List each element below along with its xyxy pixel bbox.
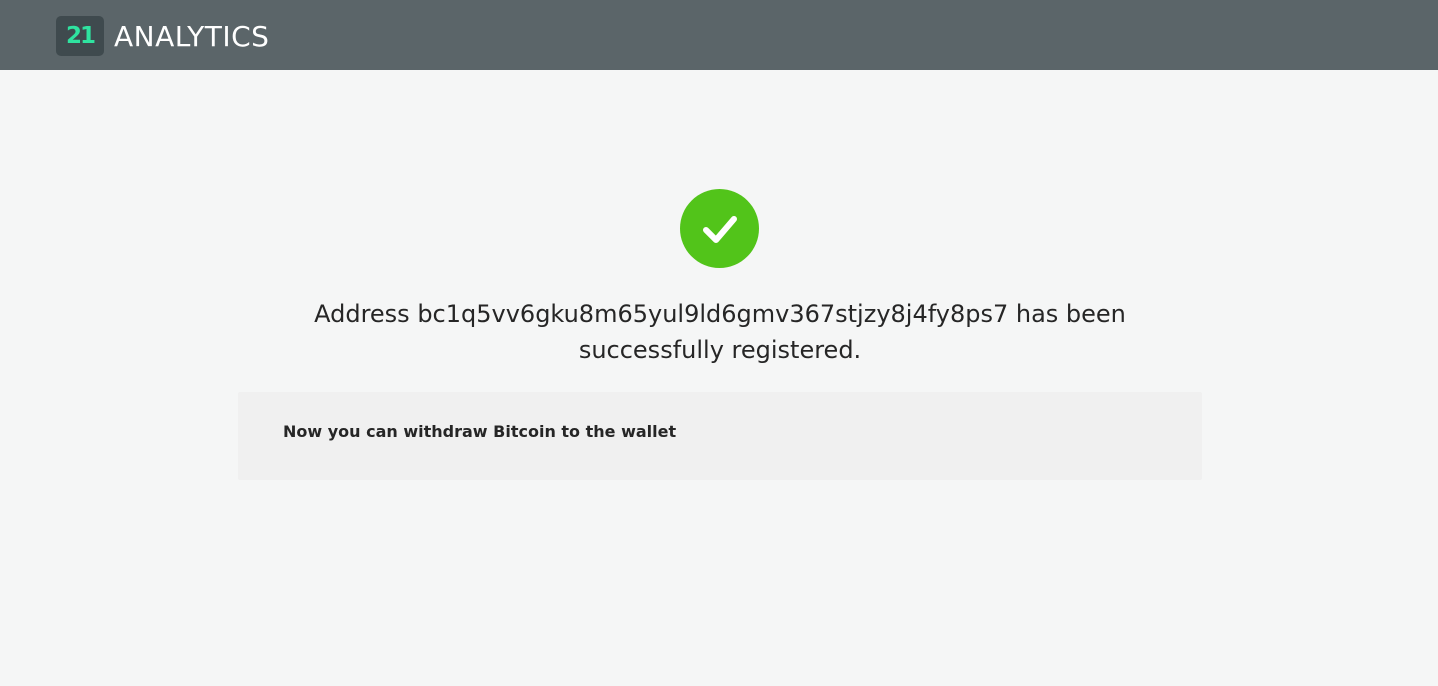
logo-text: ANALYTICS — [114, 19, 270, 53]
result-message: Address bc1q5vv6gku8m65yul9ld6gmv367stjz… — [314, 300, 1126, 364]
checkmark-icon — [702, 215, 737, 243]
check-circle-icon — [680, 189, 759, 268]
info-panel: Now you can withdraw Bitcoin to the wall… — [238, 392, 1202, 480]
logo-mark: 21 — [56, 16, 104, 56]
top-header: 21 ANALYTICS — [0, 0, 1438, 70]
info-text: Now you can withdraw Bitcoin to the wall… — [283, 422, 677, 441]
brand-logo[interactable]: 21 ANALYTICS — [56, 16, 269, 56]
